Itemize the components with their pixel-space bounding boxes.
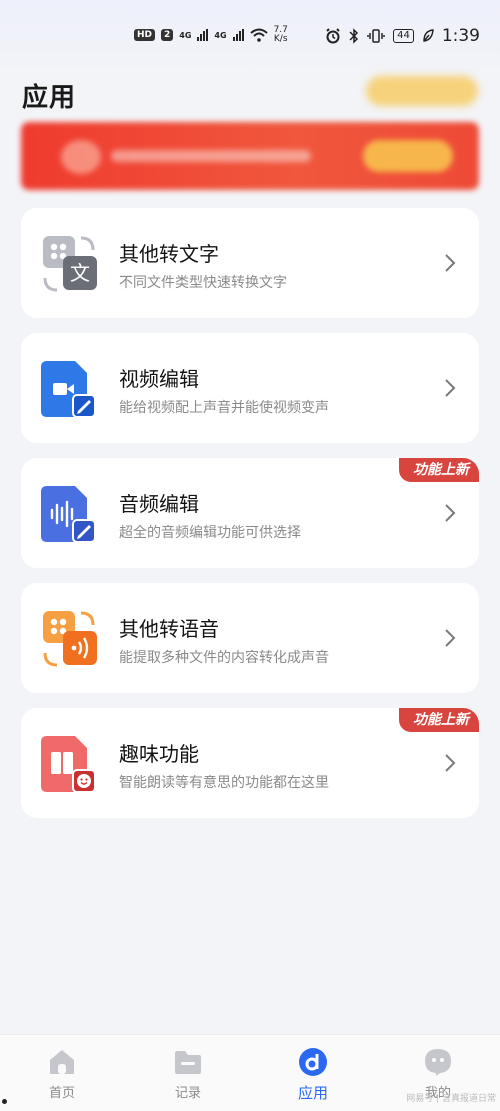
network-type-2: 4G	[214, 30, 227, 40]
page-title: 应用	[22, 83, 77, 113]
leaf-icon	[423, 29, 434, 42]
card-subtitle: 能提取多种文件的内容转化成声音	[119, 650, 329, 666]
card-title: 其他转语音	[119, 617, 219, 641]
tab-records[interactable]: 记录	[148, 1047, 228, 1101]
card-title: 视频编辑	[119, 367, 199, 391]
home-icon	[50, 1050, 74, 1074]
chevron-right-icon	[445, 504, 456, 522]
new-feature-badge: 功能上新	[399, 458, 479, 482]
card-title: 其他转文字	[119, 242, 219, 266]
watermark: 网易号 | 言真报道日常	[406, 1094, 496, 1104]
net-speed: 7.7 K/s	[274, 26, 288, 44]
tab-label: 应用	[297, 1084, 328, 1102]
bluetooth-icon	[349, 28, 359, 44]
tab-home[interactable]: 首页	[22, 1047, 102, 1101]
corner-dot	[2, 1099, 7, 1104]
audio-edit-icon	[41, 486, 96, 542]
card-subtitle: 不同文件类型快速转换文字	[119, 275, 287, 291]
feature-card-text-to-speech[interactable]: 其他转语音 能提取多种文件的内容转化成声音	[21, 583, 479, 693]
card-title: 音频编辑	[119, 492, 199, 516]
chevron-right-icon	[445, 754, 456, 772]
alarm-icon	[326, 28, 340, 44]
status-bar-right: 44 1:39	[325, 26, 480, 46]
banner-cta-button[interactable]	[363, 140, 453, 172]
new-feature-badge: 功能上新	[399, 708, 479, 732]
chevron-right-icon	[445, 254, 456, 272]
chevron-right-icon	[445, 379, 456, 397]
status-bar: HD 2 4G 4G 7.7 K/s 44 1:39	[0, 0, 500, 80]
sim-indicator: 2	[161, 29, 174, 41]
chevron-right-icon	[445, 629, 456, 647]
feature-card-video-edit[interactable]: 视频编辑 能给视频配上声音并能使视频变声	[21, 333, 479, 443]
promo-banner[interactable]	[21, 122, 479, 190]
header-promo-button[interactable]	[366, 76, 478, 106]
vibrate-icon	[367, 29, 385, 43]
net-speed-unit: K/s	[273, 34, 288, 44]
video-edit-icon	[41, 361, 96, 417]
network-type-1: 4G	[179, 30, 192, 40]
feature-card-audio-edit[interactable]: 音频编辑 超全的音频编辑功能可供选择 功能上新	[21, 458, 479, 568]
profile-icon	[425, 1049, 451, 1076]
apps-icon	[299, 1048, 327, 1076]
card-subtitle: 能给视频配上声音并能使视频变声	[119, 400, 329, 416]
tab-apps[interactable]: 应用	[273, 1047, 353, 1103]
status-bar-left: HD 2 4G 4G 7.7 K/s	[134, 26, 288, 44]
text-glyph: 文	[70, 261, 90, 285]
clock: 1:39	[441, 26, 480, 46]
image-to-text-icon: 文	[43, 236, 97, 292]
banner-graphic	[61, 140, 101, 174]
fun-features-icon	[41, 736, 96, 792]
text-to-speech-icon	[43, 611, 97, 667]
card-title: 趣味功能	[119, 742, 199, 766]
hd-indicator: HD	[134, 29, 156, 41]
feature-card-fun-features[interactable]: 趣味功能 智能朗读等有意思的功能都在这里 功能上新	[21, 708, 479, 818]
signal-icon-2	[232, 29, 244, 41]
tab-label: 记录	[174, 1086, 201, 1101]
wifi-icon	[249, 28, 268, 42]
folder-icon	[175, 1051, 201, 1074]
banner-text	[111, 150, 311, 162]
feature-card-image-to-text[interactable]: 文 其他转文字 不同文件类型快速转换文字	[21, 208, 479, 318]
card-subtitle: 智能朗读等有意思的功能都在这里	[119, 775, 329, 791]
signal-icon	[197, 29, 209, 41]
card-subtitle: 超全的音频编辑功能可供选择	[119, 525, 301, 541]
battery-icon: 44	[393, 29, 414, 43]
tab-label: 首页	[48, 1086, 75, 1101]
